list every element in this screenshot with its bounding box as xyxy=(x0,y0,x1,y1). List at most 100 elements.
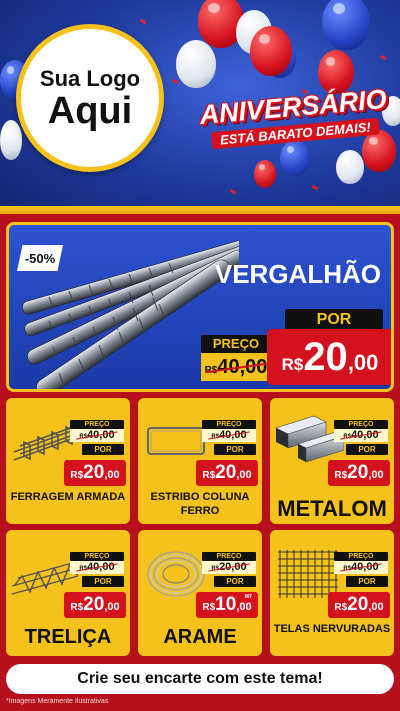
old-price-value: R$40,00 xyxy=(334,429,388,442)
currency-symbol: R$ xyxy=(281,355,304,374)
currency-symbol: R$ xyxy=(343,566,352,572)
new-price-label: POR xyxy=(82,444,124,455)
product-name: METALOM xyxy=(277,496,387,521)
confetti-icon xyxy=(171,78,179,85)
price-unit: MT xyxy=(244,594,252,600)
product-card[interactable]: PREÇO R$40,00 POR R$ 20,00 TRELIÇA xyxy=(6,530,130,656)
old-price-box: PREÇO R$40,00 xyxy=(201,335,271,387)
cta-button[interactable]: Crie seu encarte com este tema! xyxy=(6,664,394,694)
currency-symbol: R$ xyxy=(334,470,348,481)
new-price-label: POR xyxy=(214,576,256,587)
currency-symbol: R$ xyxy=(334,602,348,613)
old-price-value: R$20,00 xyxy=(202,561,256,574)
confetti-icon xyxy=(311,184,319,191)
currency-symbol: R$ xyxy=(202,470,216,481)
price-cents: ,00 xyxy=(104,469,120,481)
currency-symbol: R$ xyxy=(211,566,220,572)
new-price-value: R$ 10,00 MT xyxy=(196,592,258,618)
new-price-value: R$ 20,00 xyxy=(267,329,391,385)
balloon-icon xyxy=(322,0,370,50)
price-cents: ,00 xyxy=(368,469,384,481)
product-name: FERRAGEM ARMADA xyxy=(10,491,126,503)
logo-text-line2: Aqui xyxy=(47,90,133,132)
product-card[interactable]: PREÇO R$40,00 POR R$ 20,00 TELAS NERVURAD… xyxy=(270,530,394,656)
old-price-amount: 40,00 xyxy=(87,429,115,441)
old-price-amount: 40,00 xyxy=(351,561,379,573)
new-price-label: POR xyxy=(82,576,124,587)
old-price-label: PREÇO xyxy=(202,552,256,561)
price-integer: 10 xyxy=(215,594,237,615)
confetti-icon xyxy=(139,18,147,25)
product-name: TRELIÇA xyxy=(24,626,112,648)
old-price-value: R$40,00 xyxy=(202,429,256,442)
balloon-icon xyxy=(176,40,216,88)
old-price-label: PREÇO xyxy=(334,420,388,429)
price-integer: 20 xyxy=(83,462,105,483)
old-price-value: R$40,00 xyxy=(334,561,388,574)
old-price-amount: 40,00 xyxy=(351,429,379,441)
currency-symbol: R$ xyxy=(70,470,84,481)
price-cents: ,00 xyxy=(347,350,379,375)
price-tag: PREÇO R$20,00 POR xyxy=(202,552,256,587)
product-card[interactable]: PREÇO R$40,00 POR R$ 20,00 ESTRIBO COLUNA… xyxy=(138,398,262,524)
old-price-value: R$40,00 xyxy=(70,561,124,574)
currency-symbol: R$ xyxy=(70,602,84,613)
balloon-icon xyxy=(280,140,310,176)
balloon-icon xyxy=(254,160,276,188)
logo-text-line1: Sua Logo xyxy=(39,66,141,91)
price-integer: 20 xyxy=(215,462,237,483)
price-cents: ,00 xyxy=(236,469,252,481)
price-integer: 20 xyxy=(303,335,348,379)
new-price-value: R$ 20,00 xyxy=(328,460,390,486)
price-cents: ,00 xyxy=(236,601,252,613)
new-price-value: R$ 20,00 xyxy=(196,460,258,486)
product-card[interactable]: PREÇO R$40,00 POR R$ 20,00 FERRAGEM ARMAD… xyxy=(6,398,130,524)
old-price-amount: 20,00 xyxy=(219,561,247,573)
old-price-amount: 40,00 xyxy=(217,356,268,378)
old-price-label: PREÇO xyxy=(334,552,388,561)
product-card[interactable]: PREÇO R$20,00 POR R$ 10,00 MT ARAME xyxy=(138,530,262,656)
currency-symbol: R$ xyxy=(79,566,88,572)
old-price-label: PREÇO xyxy=(70,552,124,561)
product-card[interactable]: PREÇO R$40,00 POR R$ 20,00 METALOM xyxy=(270,398,394,524)
product-name: ESTRIBO COLUNA FERRO xyxy=(150,491,250,517)
price-tag: PREÇO R$40,00 POR xyxy=(70,552,124,587)
logo-placeholder: Sua Logo Aqui xyxy=(16,24,164,172)
price-integer: 20 xyxy=(347,594,369,615)
new-price-value: R$ 20,00 xyxy=(328,592,390,618)
balloon-icon xyxy=(250,26,292,76)
currency-symbol: R$ xyxy=(343,434,352,440)
old-price-label: PREÇO xyxy=(70,420,124,429)
price-integer: 20 xyxy=(83,594,105,615)
confetti-icon xyxy=(229,188,237,195)
price-cents: ,00 xyxy=(104,601,120,613)
old-price-amount: 40,00 xyxy=(87,561,115,573)
currency-symbol: R$ xyxy=(211,434,220,440)
new-price-value: R$ 20,00 xyxy=(64,592,126,618)
currency-symbol: R$ xyxy=(202,602,216,613)
price-tag: PREÇO R$40,00 POR xyxy=(334,420,388,455)
price-tag: PREÇO R$40,00 POR xyxy=(202,420,256,455)
product-name: ARAME xyxy=(163,626,237,648)
hero-product-title: VERGALHÃO xyxy=(214,259,381,289)
price-tag: PREÇO R$40,00 POR xyxy=(70,420,124,455)
currency-symbol: R$ xyxy=(204,365,218,376)
divider-stripe xyxy=(0,206,400,214)
balloon-icon xyxy=(336,150,364,184)
confetti-icon xyxy=(379,54,387,61)
old-price-amount: 40,00 xyxy=(219,429,247,441)
new-price-value: R$ 20,00 xyxy=(64,460,126,486)
header-banner: Sua Logo Aqui ANIVERSÁRIO ESTÁ BARATO DE… xyxy=(0,0,400,214)
currency-symbol: R$ xyxy=(79,434,88,440)
balloon-icon xyxy=(0,120,22,160)
new-price-label: POR xyxy=(346,576,388,587)
hero-offer[interactable]: -50% VERGALHÃO PREÇO R$40,00 POR R$ 20,00 xyxy=(6,222,394,392)
new-price-label: POR xyxy=(214,444,256,455)
old-price-value: R$40,00 xyxy=(201,353,271,381)
disclaimer-text: *Imagens Meramente Ilustrativas xyxy=(6,698,109,705)
price-cents: ,00 xyxy=(368,601,384,613)
old-price-label: PREÇO xyxy=(201,335,271,353)
discount-badge: -50% xyxy=(17,245,63,271)
old-price-label: PREÇO xyxy=(202,420,256,429)
new-price-label: POR xyxy=(285,309,383,331)
